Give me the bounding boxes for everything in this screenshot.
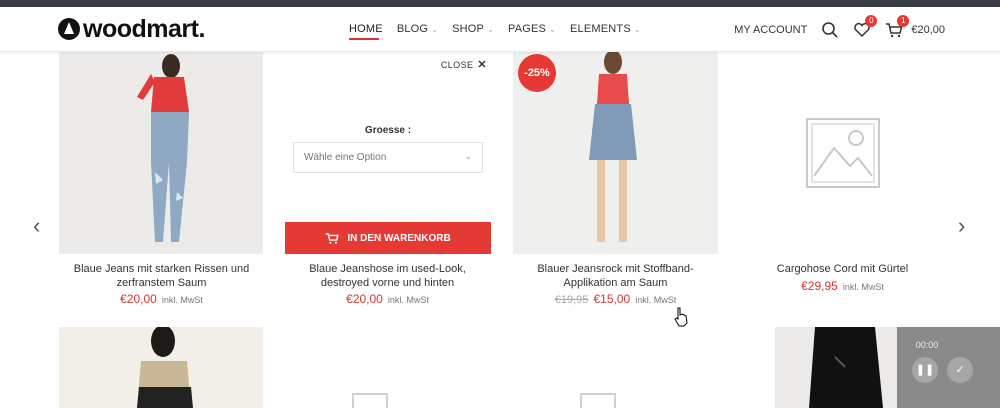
price-amount: €29,95	[801, 279, 838, 293]
sale-badge: -25%	[518, 54, 556, 92]
nav-label: HOME	[349, 23, 383, 35]
select-placeholder: Wähle eine Option	[304, 152, 387, 163]
logo[interactable]: woodmart.	[58, 16, 205, 42]
nav-label: SHOP	[452, 23, 485, 35]
nav-label: PAGES	[507, 23, 547, 35]
chevron-down-icon: ⌄	[633, 25, 641, 34]
product-image[interactable]	[59, 327, 263, 408]
old-price: €19,95	[554, 294, 589, 306]
quick-shop-panel: CLOSE ✕ Groesse : Wähle eine Option ⌄ IN …	[285, 52, 491, 254]
wishlist-heart-icon[interactable]: 0	[853, 15, 878, 39]
search-icon[interactable]	[821, 21, 839, 39]
logo-text: woodmart.	[83, 15, 205, 43]
image-placeholder-icon	[580, 393, 616, 408]
nav-label: ELEMENTS	[569, 23, 631, 35]
add-to-cart-label: IN DEN WARENKORB	[347, 232, 451, 244]
product-name[interactable]: Blaue Jeans mit starken Rissen und zerfr…	[59, 262, 264, 290]
product-name[interactable]: Blaue Jeanshose im used-Look, destroyed …	[285, 262, 490, 290]
cart-total[interactable]: €20,00	[911, 24, 945, 36]
chevron-down-icon: ⌄	[487, 25, 494, 34]
price-amount: €15,00	[593, 292, 631, 306]
tax-note: inkl. MwSt	[161, 295, 203, 305]
nav-item-pages[interactable]: PAGES ⌄	[508, 23, 556, 35]
cart-count-badge: 1	[897, 15, 910, 27]
tax-note: inkl. MwSt	[387, 295, 429, 305]
carousel-prev-arrow-icon[interactable]: ‹	[33, 215, 40, 237]
price-amount: €20,00	[120, 292, 157, 306]
pause-icon[interactable]: ❚❚	[912, 357, 938, 383]
hand-cursor-icon	[674, 307, 688, 327]
nav-item-home[interactable]: HOME	[349, 23, 383, 40]
check-icon[interactable]: ✓	[947, 357, 973, 383]
product-price: €19,95 €15,00 inkl. MwSt	[513, 292, 718, 306]
nav-item-blog[interactable]: BLOG ⌄	[397, 23, 438, 35]
add-to-cart-button[interactable]: IN DEN WARENKORB	[285, 222, 491, 254]
product-price: €20,00 inkl. MwSt	[285, 292, 490, 306]
product-name[interactable]: Cargohose Cord mit Gürtel	[740, 262, 945, 276]
cart-icon[interactable]: 1	[885, 15, 910, 39]
close-label: CLOSE	[440, 60, 474, 70]
nav-item-elements[interactable]: ELEMENTS ⌄	[570, 23, 641, 35]
video-recorder-controls: 00:00 ❚❚ ✓	[897, 327, 1000, 408]
image-placeholder-icon[interactable]	[806, 118, 880, 188]
close-button[interactable]: CLOSE ✕	[441, 58, 487, 71]
product-price: €20,00 inkl. MwSt	[59, 292, 264, 306]
tax-note: inkl. MwSt	[842, 282, 884, 292]
size-label: Groesse :	[364, 125, 412, 136]
product-image[interactable]	[59, 52, 263, 254]
tree-logo-icon	[58, 18, 80, 40]
cart-icon	[326, 232, 340, 244]
chevron-down-icon: ⌄	[431, 25, 439, 34]
my-account-link[interactable]: MY ACCOUNT	[734, 24, 807, 36]
main-nav: HOME BLOG ⌄ SHOP ⌄ PAGES ⌄ ELEMENTS ⌄	[349, 23, 641, 40]
product-price: €29,95 inkl. MwSt	[740, 279, 945, 293]
nav-item-shop[interactable]: SHOP ⌄	[452, 23, 494, 35]
browser-top-strip	[0, 0, 1000, 7]
price-amount: €20,00	[346, 292, 383, 306]
tax-note: inkl. MwSt	[635, 295, 677, 305]
carousel-next-arrow-icon[interactable]: ›	[958, 215, 965, 237]
product-name[interactable]: Blauer Jeansrock mit Stoffband-Applikati…	[513, 262, 718, 290]
product-image[interactable]	[775, 327, 897, 408]
header-actions: MY ACCOUNT 0 1 €20,00	[734, 15, 945, 39]
wishlist-count-badge: 0	[865, 15, 878, 27]
chevron-down-icon: ⌄	[549, 25, 556, 34]
image-placeholder-icon	[352, 393, 388, 408]
recording-time: 00:00	[915, 340, 939, 350]
close-icon: ✕	[477, 59, 487, 71]
site-header: woodmart. HOME BLOG ⌄ SHOP ⌄ PAGES ⌄ ELEMEN…	[0, 7, 1000, 52]
nav-label: BLOG	[396, 23, 429, 35]
size-select[interactable]: Wähle eine Option ⌄	[293, 142, 483, 173]
chevron-down-icon: ⌄	[464, 151, 472, 161]
